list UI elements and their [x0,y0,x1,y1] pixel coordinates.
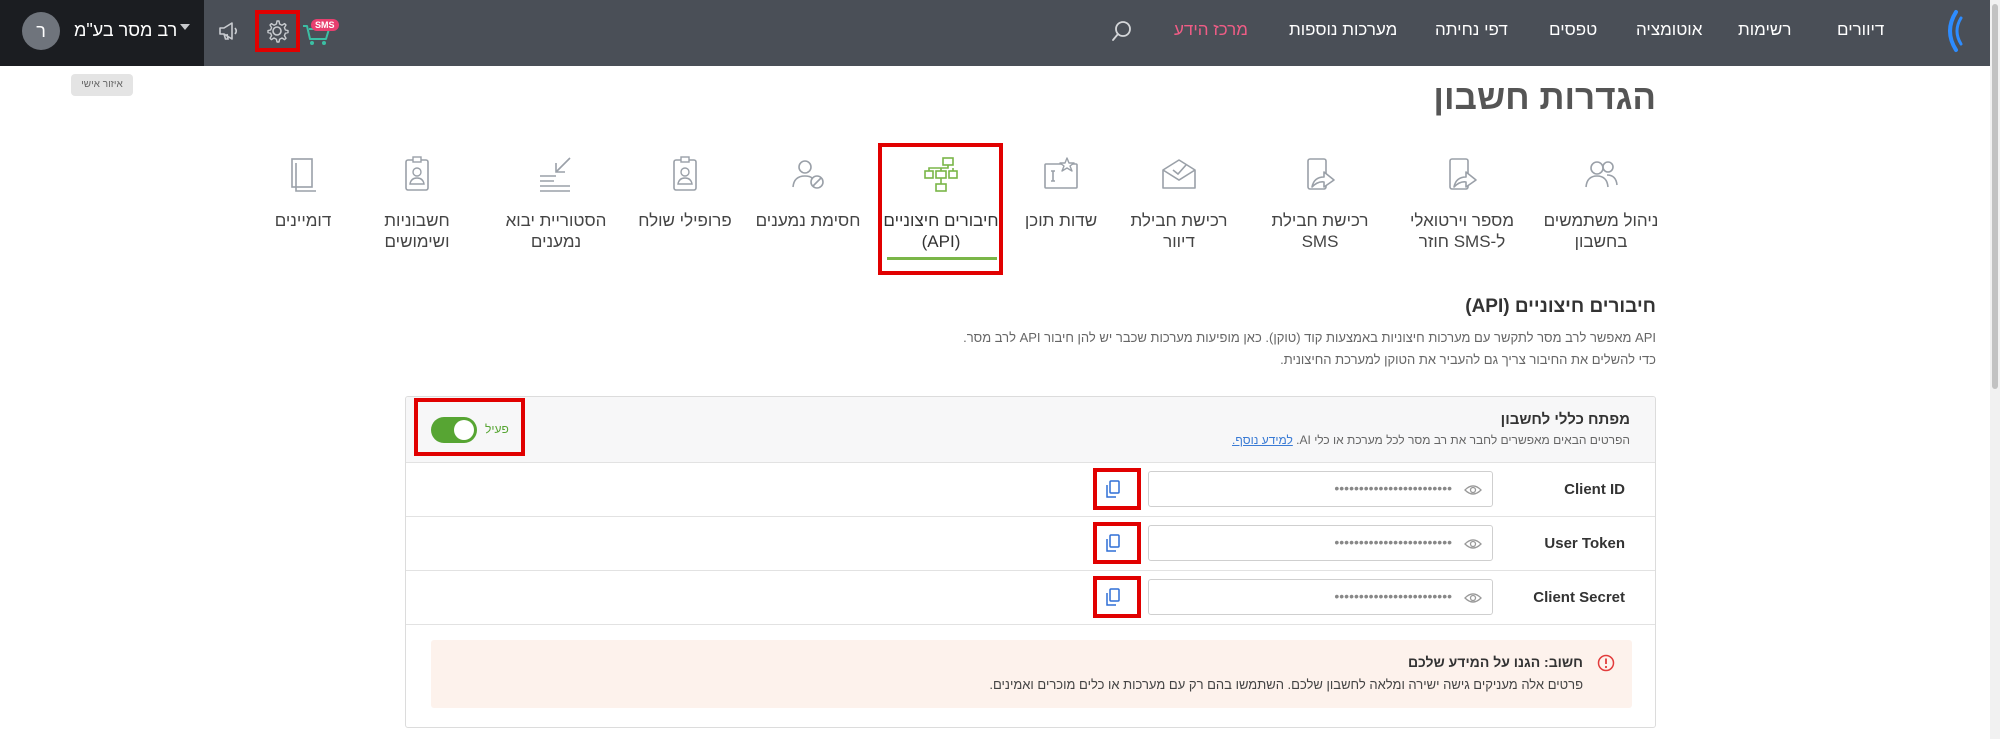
client-secret-row: Client Secret •••••••••••••••••••••••• [406,571,1655,625]
import-icon [540,157,571,192]
tile-virtual-number[interactable]: מספר וירטואלי ל-SMS חוזר [1397,154,1527,252]
tile-user-management[interactable]: ניהול משתמשים בחשבון [1536,154,1666,252]
search-icon[interactable] [1110,19,1134,43]
tile-label-line-2: דיוור [1163,232,1195,251]
page-title: הגדרות חשבון [1433,78,1656,117]
nav-landing-pages[interactable]: דפי נחיתה [1435,20,1508,40]
tile-label-line-1: רכישת חבילת [1130,211,1228,230]
megaphone-icon[interactable] [216,18,242,44]
reply-phone-icon [1449,158,1477,190]
card-subtitle: הפרטים הבאים מאפשרים לחבר את רב מסר לכל … [1232,433,1630,447]
sms-badge: SMS [311,19,339,31]
star-field-icon [1044,157,1078,189]
section-description-1: API מאפשר לרב מסר לתקשר עם מערכות חיצוני… [963,330,1656,345]
eye-icon[interactable] [1464,589,1482,607]
id-badge-icon [673,156,697,191]
tile-label-line-1: רכישת חבילת [1271,211,1369,230]
sms-package-icon [1307,158,1335,190]
eye-icon[interactable] [1464,481,1482,499]
highlight-toggle [414,398,525,456]
api-keys-card: מפתח כללי לחשבון הפרטים הבאים מאפשרים לח… [405,396,1656,728]
tile-label-line-1: חשבוניות [384,211,450,230]
tile-label-line-1: חסימת נמענים [755,211,861,230]
copy-documents-icon [291,158,316,192]
client-id-value: •••••••••••••••••••••••• [1334,480,1452,496]
nav-more-systems[interactable]: מערכות נוספות [1289,20,1397,40]
tile-invoices-usage[interactable]: חשבוניות ושימושים [352,154,482,252]
tile-label-line-2: SMS [1301,232,1339,251]
client-id-label: Client ID [1564,481,1625,498]
client-secret-value: •••••••••••••••••••••••• [1334,588,1452,604]
warning-text: פרטים אלה מעניקים גישה ישירה ומלאה לחשבו… [989,677,1583,692]
alert-icon [1597,654,1615,672]
nav-forms[interactable]: טפסים [1549,20,1597,40]
block-user-icon [792,160,824,189]
learn-more-link[interactable]: למידע נוסף. [1232,433,1293,447]
highlight-copy-user-token [1093,522,1141,564]
tile-content-fields[interactable]: שדות תוכן [996,154,1126,231]
page-scrollbar[interactable] [1990,0,2000,739]
tooltip-personal-area: איזור אישי [71,74,133,96]
section-title: חיבורים חיצוניים (API) [1465,296,1656,317]
logo-icon[interactable] [1936,8,1966,54]
tile-label-line-2: ושימושים [384,232,450,251]
tile-label-line-2: ל-SMS חוזר [1418,232,1506,251]
highlight-copy-client-id [1093,468,1141,510]
card-title: מפתח כללי לחשבון [1500,411,1630,428]
tile-buy-sms-package[interactable]: רכישת חבילת SMS [1255,154,1385,252]
avatar[interactable]: ר [22,12,60,50]
highlight-copy-client-secret [1093,576,1141,618]
tile-label-line-1: הסטוריית יבוא [505,211,607,230]
client-id-field[interactable]: •••••••••••••••••••••••• [1148,471,1493,507]
account-name[interactable]: רב מסר בע"מ [74,20,177,41]
tile-label-line-1: פרופילי שולח [638,211,732,230]
client-secret-field[interactable]: •••••••••••••••••••••••• [1148,579,1493,615]
invoice-badge-icon [405,156,429,191]
tile-import-history[interactable]: הסטוריית יבוא נמענים [491,154,621,252]
tile-label-line-1: ניהול משתמשים [1543,211,1659,230]
tile-label-line-2: נמענים [530,232,582,251]
tile-buy-mailing-package[interactable]: רכישת חבילת דיוור [1114,154,1244,252]
card-header: מפתח כללי לחשבון הפרטים הבאים מאפשרים לח… [406,397,1655,463]
tile-block-recipients[interactable]: חסימת נמענים [743,154,873,231]
user-token-label: User Token [1544,535,1625,552]
tile-label-line-1: שדות תוכן [1024,211,1098,230]
tile-label-line-2: בחשבון [1574,232,1628,251]
tile-label-line-1: מספר וירטואלי [1409,211,1515,230]
warning-title: חשוב: הגנו על המידע שלכם [1407,654,1583,670]
user-token-row: User Token •••••••••••••••••••••••• [406,517,1655,571]
tile-label-line-1: דומיינים [274,211,332,230]
card-subtitle-text: הפרטים הבאים מאפשרים לחבר את רב מסר לכל … [1296,433,1630,447]
section-description-2: כדי להשלים את החיבור צריך גם להעביר את ה… [1280,352,1656,367]
envelope-icon [1162,159,1196,189]
scrollbar-thumb[interactable] [1992,4,1998,389]
tile-domains[interactable]: דומיינים [238,154,368,231]
users-icon [1585,161,1618,188]
chevron-down-icon[interactable] [180,24,190,30]
nav-mailings[interactable]: דיוורים [1837,20,1884,40]
nav-lists[interactable]: רשימות [1738,20,1791,40]
page: ר רב מסר בע"מ SMS מרכז הידע מערכות נוספו… [0,0,2000,739]
eye-icon[interactable] [1464,535,1482,553]
user-token-value: •••••••••••••••••••••••• [1334,534,1452,550]
client-id-row: Client ID •••••••••••••••••••••••• [406,463,1655,517]
security-warning: חשוב: הגנו על המידע שלכם פרטים אלה מעניק… [431,640,1632,708]
highlight-api-tile [878,143,1003,275]
nav-automation[interactable]: אוטומציה [1636,20,1702,40]
user-token-field[interactable]: •••••••••••••••••••••••• [1148,525,1493,561]
highlight-gear [255,10,300,52]
account-menu[interactable]: ר רב מסר בע"מ [0,0,204,66]
nav-knowledge-center[interactable]: מרכז הידע [1174,20,1248,40]
client-secret-label: Client Secret [1533,589,1625,606]
tile-sender-profiles[interactable]: פרופילי שולח [620,154,750,231]
